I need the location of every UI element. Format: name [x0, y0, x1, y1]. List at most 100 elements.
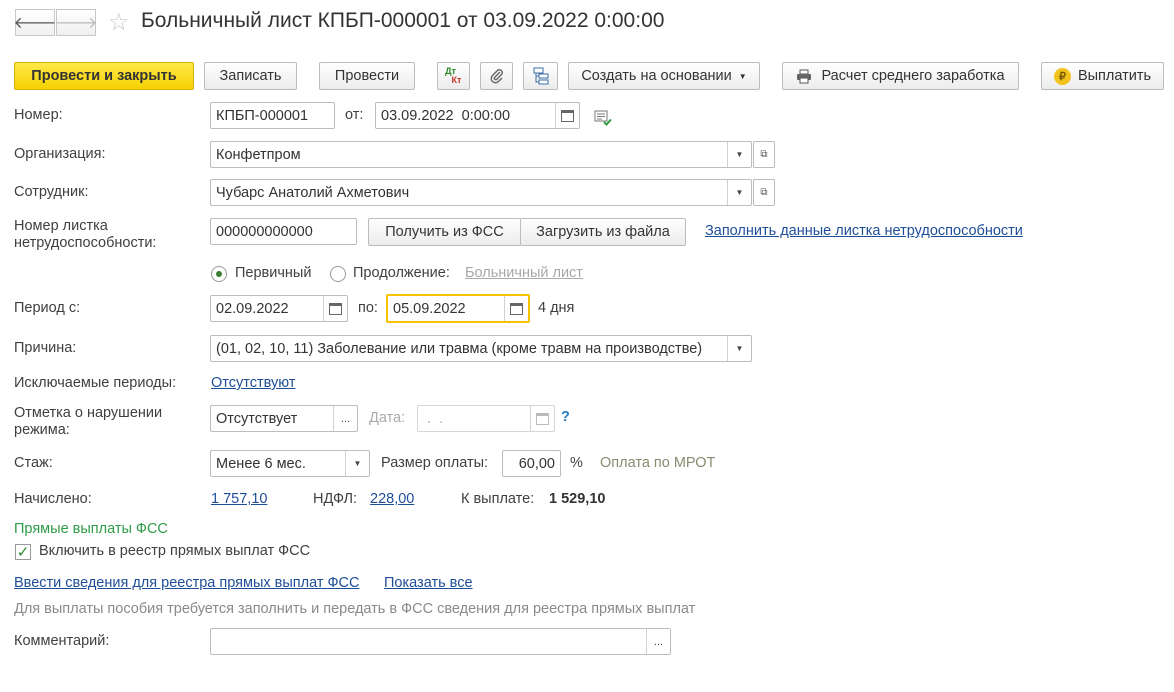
average-earnings-button[interactable]: Расчет среднего заработка [782, 62, 1019, 90]
continuation-radio-label: Продолжение: [353, 265, 450, 281]
period-to-label: по: [358, 300, 378, 316]
reason-dropdown-button[interactable]: ▼ [727, 336, 751, 361]
caret-down-icon: ▼ [735, 344, 744, 353]
excluded-periods-link[interactable]: Отсутствуют [211, 375, 295, 391]
calendar-icon [329, 302, 342, 315]
page-title: Больничный лист КПБП-000001 от 03.09.202… [141, 9, 665, 32]
period-from-label: Период с: [14, 300, 81, 316]
history-check-icon[interactable] [594, 110, 612, 126]
reason-field[interactable]: (01, 02, 10, 11) Заболевание или травма … [210, 335, 752, 362]
show-all-link[interactable]: Показать все [384, 575, 473, 591]
sick-leave-link[interactable]: Больничный лист [465, 265, 583, 281]
back-button[interactable]: 🡐 [13, 9, 57, 36]
forward-button[interactable]: 🡒 [54, 9, 98, 36]
kt-label: Кт [451, 75, 462, 85]
structure-button[interactable] [523, 62, 558, 90]
organization-dropdown-button[interactable]: ▼ [727, 142, 751, 167]
calendar-button [530, 406, 554, 431]
include-registry-label: Включить в реестр прямых выплат ФСС [39, 543, 311, 559]
create-based-on-dropdown[interactable]: Создать на основании ▼ [568, 62, 760, 90]
arrow-left-icon: 🡐 [13, 15, 57, 32]
load-from-file-button[interactable]: Загрузить из файла [520, 218, 686, 246]
employee-field[interactable]: Чубарс Анатолий Ахметович ▼ [210, 179, 752, 206]
days-count: 4 дня [538, 300, 575, 316]
caret-down-icon: ▼ [353, 459, 362, 468]
employee-value: Чубарс Анатолий Ахметович [216, 184, 410, 201]
number-label: Номер: [14, 107, 63, 123]
to-pay-value: 1 529,10 [549, 491, 606, 507]
comment-expand-button[interactable]: ... [646, 629, 670, 654]
period-to-field[interactable]: 05.09.2022 [386, 294, 530, 323]
period-from-field[interactable]: 02.09.2022 [210, 295, 348, 322]
caret-down-icon: ▼ [738, 71, 747, 81]
help-icon[interactable]: ? [561, 409, 570, 425]
experience-field[interactable]: Менее 6 мес. ▼ [210, 450, 370, 477]
violation-date-value: . . [423, 410, 444, 427]
to-pay-label: К выплате: [461, 491, 535, 507]
employee-open-button[interactable]: ⧉ [753, 179, 775, 206]
calendar-icon [536, 412, 549, 425]
violation-date-field: . . [417, 405, 555, 432]
paperclip-icon [490, 69, 503, 84]
employee-dropdown-button[interactable]: ▼ [727, 180, 751, 205]
open-window-icon: ⧉ [760, 187, 768, 198]
violation-select-button[interactable]: ... [333, 406, 357, 431]
payment-size-field[interactable]: 60,00 [502, 450, 561, 477]
experience-value: Менее 6 мес. [216, 455, 306, 472]
sheet-number-label-line2: нетрудоспособности: [14, 235, 157, 251]
payment-size-label: Размер оплаты: [381, 455, 489, 471]
info-note: Для выплаты пособия требуется заполнить … [14, 601, 696, 617]
organization-value: Конфетпром [216, 146, 301, 163]
organization-open-button[interactable]: ⧉ [753, 141, 775, 168]
direct-payments-heading: Прямые выплаты ФСС [14, 521, 168, 537]
calendar-button[interactable] [504, 296, 528, 321]
violation-label-line1: Отметка о нарушении [14, 405, 163, 421]
number-field[interactable]: КПБП-000001 [210, 102, 335, 129]
ndfl-link[interactable]: 228,00 [370, 491, 414, 507]
accrued-link[interactable]: 1 757,10 [211, 491, 267, 507]
favorite-star-icon[interactable]: ☆ [108, 8, 130, 37]
continuation-radio[interactable] [330, 266, 346, 282]
caret-down-icon: ▼ [735, 150, 744, 159]
reason-value: (01, 02, 10, 11) Заболевание или травма … [216, 340, 703, 357]
ndfl-label: НДФЛ: [313, 491, 358, 507]
primary-radio[interactable] [211, 266, 227, 282]
calendar-button[interactable] [323, 296, 347, 321]
arrow-right-icon: 🡒 [54, 15, 98, 32]
date-value: 03.09.2022 0:00:00 [381, 107, 511, 124]
post-button[interactable]: Провести [319, 62, 415, 90]
employee-label: Сотрудник: [14, 184, 89, 200]
ruble-coin-icon: ₽ [1053, 67, 1071, 85]
comment-label: Комментарий: [14, 633, 110, 649]
violation-label-line2: режима: [14, 422, 70, 438]
calendar-button[interactable] [555, 103, 579, 128]
calendar-icon [561, 109, 574, 122]
comment-field[interactable]: ... [210, 628, 671, 655]
include-registry-checkbox[interactable]: ✓ [15, 544, 31, 561]
save-button[interactable]: Записать [204, 62, 297, 90]
dt-kt-icon[interactable]: Дт Кт [437, 62, 470, 90]
sheet-number-field[interactable]: 000000000000 [210, 218, 357, 245]
violation-date-label: Дата: [369, 410, 406, 426]
pay-button[interactable]: ₽ Выплатить [1041, 62, 1164, 90]
fill-sheet-data-link[interactable]: Заполнить данные листка нетрудоспособнос… [705, 223, 1023, 239]
organization-label: Организация: [14, 146, 106, 162]
pay-label: Выплатить [1077, 68, 1152, 84]
checkmark-icon: ✓ [16, 544, 30, 561]
violation-field[interactable]: Отсутствует ... [210, 405, 358, 432]
reason-label: Причина: [14, 340, 77, 356]
date-field[interactable]: 03.09.2022 0:00:00 [375, 102, 580, 129]
accrued-label: Начислено: [14, 491, 92, 507]
excluded-periods-label: Исключаемые периоды: [14, 375, 177, 391]
get-from-fss-button[interactable]: Получить из ФСС [368, 218, 521, 246]
create-based-label: Создать на основании [581, 68, 732, 84]
experience-dropdown-button[interactable]: ▼ [345, 451, 369, 476]
enter-registry-info-link[interactable]: Ввести сведения для реестра прямых выпла… [14, 575, 359, 591]
attachment-button[interactable] [480, 62, 513, 90]
primary-radio-label: Первичный [235, 265, 312, 281]
post-and-close-button[interactable]: Провести и закрыть [14, 62, 194, 90]
organization-field[interactable]: Конфетпром ▼ [210, 141, 752, 168]
violation-value: Отсутствует [216, 410, 298, 427]
open-window-icon: ⧉ [760, 149, 768, 160]
caret-down-icon: ▼ [735, 188, 744, 197]
